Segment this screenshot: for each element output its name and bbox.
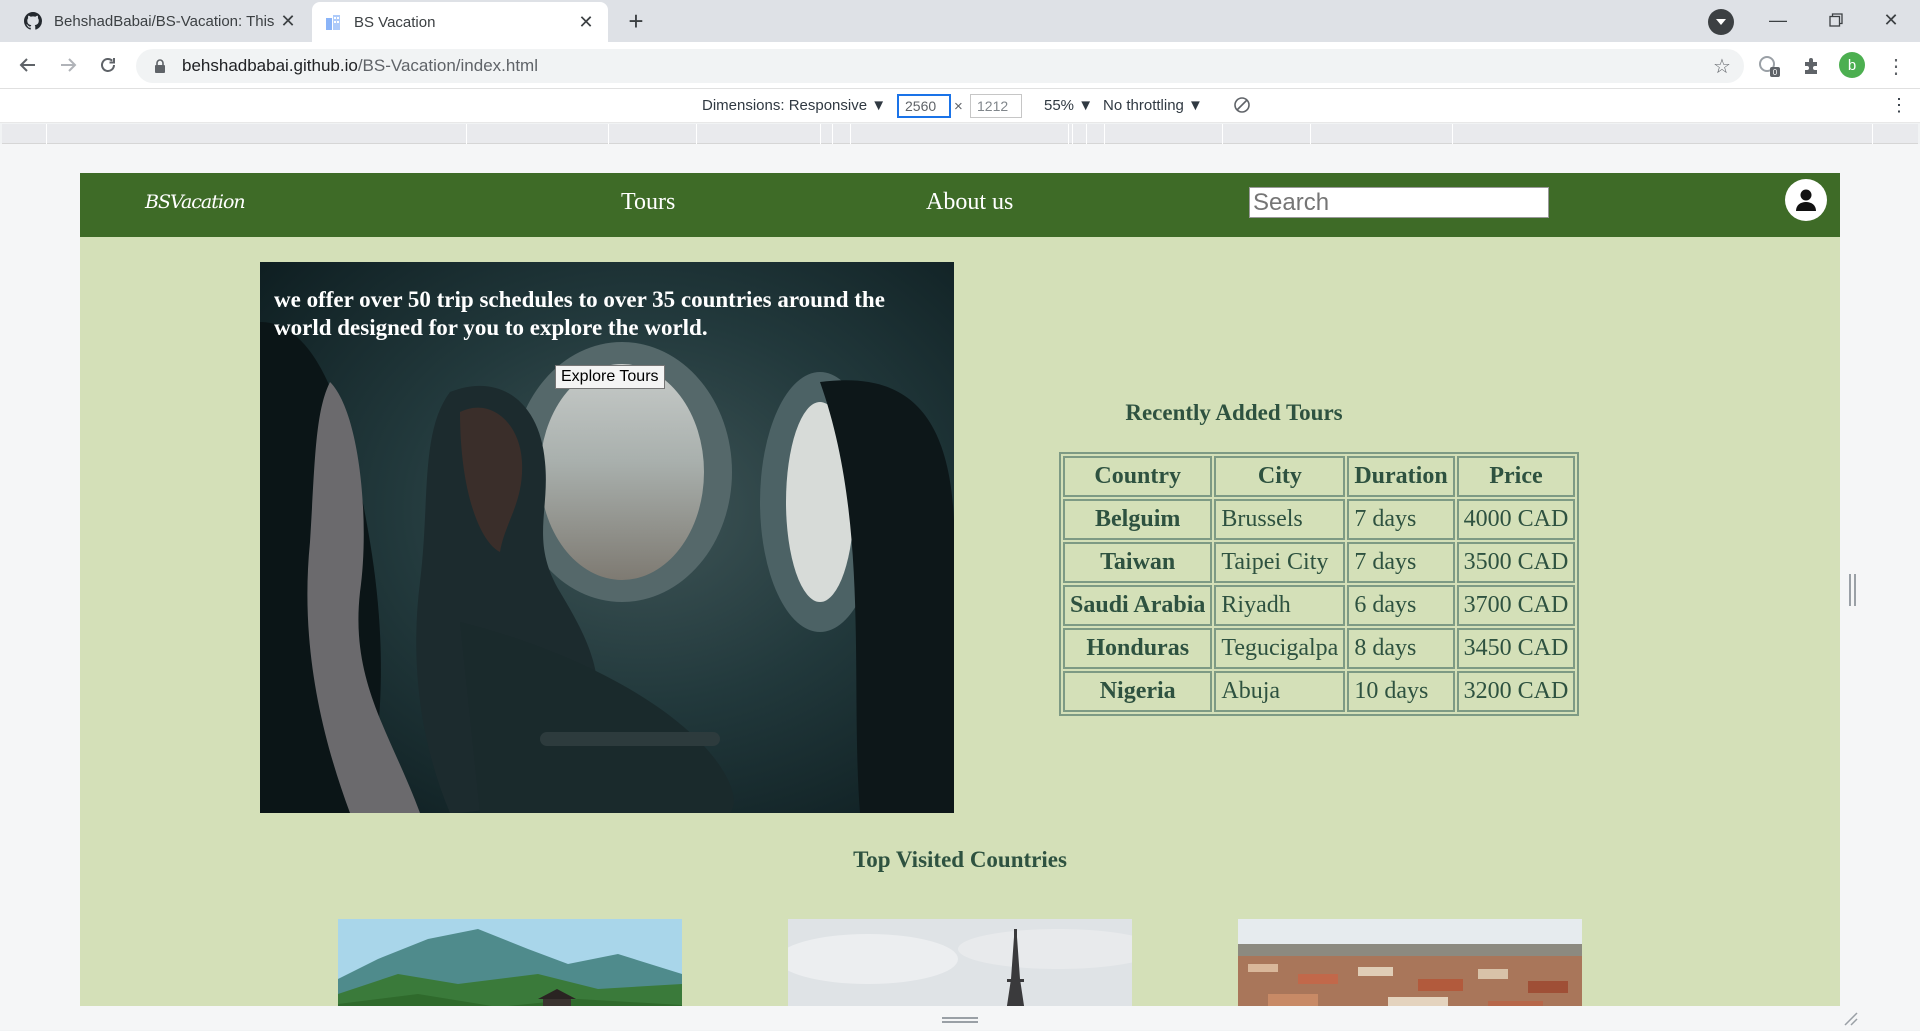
svg-text:0: 0 — [1773, 68, 1778, 77]
cell-city: Brussels — [1214, 499, 1346, 540]
github-icon — [24, 12, 42, 30]
airplane-window-image — [260, 262, 954, 813]
recent-tours-title: Recently Added Tours — [1125, 400, 1343, 425]
reload-button[interactable] — [92, 49, 124, 81]
cell-city: Taipei City — [1214, 542, 1346, 583]
tab-title: BehshadBabai/BS-Vacation: This — [54, 12, 275, 30]
device-toolbar: Dimensions: Responsive ▼ × 55% ▼ No thro… — [0, 88, 1920, 123]
throttling-dropdown[interactable]: No throttling ▼ — [1103, 97, 1203, 114]
zoom-dropdown[interactable]: 55% ▼ — [1044, 97, 1093, 114]
profile-avatar[interactable]: b — [1839, 52, 1865, 78]
address-bar[interactable]: behshadbabai.github.io/BS-Vacation/index… — [136, 49, 1744, 83]
website-page: BSVacation Tours About us Search we offe… — [80, 173, 1840, 1006]
explore-tours-button[interactable]: Explore Tours — [555, 365, 665, 389]
nav-link-about[interactable]: About us — [926, 189, 1013, 216]
new-tab-button[interactable]: + — [620, 5, 652, 37]
right-resize-handle[interactable] — [1849, 574, 1856, 606]
dimensions-dropdown[interactable]: Dimensions: Responsive ▼ — [702, 97, 886, 114]
arrow-left-icon — [19, 58, 35, 72]
recent-tours-table: Country City Duration Price Belguim Brus… — [1059, 452, 1580, 716]
cell-country: Saudi Arabia — [1063, 585, 1213, 626]
country-image-eiffel[interactable] — [788, 919, 1132, 1006]
width-input[interactable] — [897, 94, 951, 118]
arrow-right-icon — [61, 58, 77, 72]
cell-city: Tegucigalpa — [1214, 628, 1346, 669]
cell-country: Nigeria — [1063, 671, 1213, 712]
country-image-mountains[interactable] — [338, 919, 682, 1006]
column-header: Duration — [1347, 456, 1455, 497]
cell-price: 3500 CAD — [1456, 542, 1576, 583]
url-host: behshadbabai.github.io — [182, 56, 358, 75]
table-header-row: Country City Duration Price — [1063, 456, 1576, 497]
extension-badge-icon[interactable]: 0 — [1754, 51, 1784, 81]
cell-country: Taiwan — [1063, 542, 1213, 583]
rotate-icon[interactable] — [1232, 95, 1252, 119]
building-icon — [324, 13, 342, 31]
column-header: Country — [1063, 456, 1213, 497]
minimize-button[interactable]: — — [1749, 0, 1807, 40]
cell-duration: 7 days — [1347, 499, 1455, 540]
height-input[interactable] — [970, 94, 1022, 118]
country-image-city[interactable] — [1238, 919, 1582, 1006]
table-row: Belguim Brussels 7 days 4000 CAD — [1063, 499, 1576, 540]
media-query-ruler[interactable] — [2, 124, 1918, 144]
cell-duration: 7 days — [1347, 542, 1455, 583]
top-countries-title: Top Visited Countries — [853, 847, 1067, 872]
cell-price: 4000 CAD — [1456, 499, 1576, 540]
column-header: Price — [1456, 456, 1576, 497]
tab-search-button[interactable] — [1708, 9, 1734, 35]
bottom-resize-handle[interactable] — [942, 1017, 978, 1023]
cell-country: Honduras — [1063, 628, 1213, 669]
table-row: Taiwan Taipei City 7 days 3500 CAD — [1063, 542, 1576, 583]
cell-city: Abuja — [1214, 671, 1346, 712]
close-icon[interactable]: ✕ — [576, 12, 596, 32]
tab-strip: BehshadBabai/BS-Vacation: This ✕ BS Vaca… — [0, 0, 1920, 42]
puzzle-icon[interactable] — [1797, 51, 1827, 81]
lock-icon — [152, 58, 168, 74]
hero-text: we offer over 50 trip schedules to over … — [274, 287, 885, 340]
restore-icon — [1829, 13, 1843, 27]
column-header: City — [1214, 456, 1346, 497]
site-logo[interactable]: BSVacation — [145, 191, 246, 213]
star-icon[interactable]: ☆ — [1707, 51, 1737, 81]
table-row: Honduras Tegucigalpa 8 days 3450 CAD — [1063, 628, 1576, 669]
nav-link-tours[interactable]: Tours — [621, 189, 675, 216]
hero-banner: we offer over 50 trip schedules to over … — [260, 262, 954, 813]
restore-button[interactable] — [1807, 0, 1865, 40]
tab-title: BS Vacation — [354, 13, 436, 31]
cell-price: 3700 CAD — [1456, 585, 1576, 626]
browser-toolbar: behshadbabai.github.io/BS-Vacation/index… — [0, 42, 1920, 88]
cell-duration: 8 days — [1347, 628, 1455, 669]
tab-github[interactable]: BehshadBabai/BS-Vacation: This ✕ — [12, 0, 310, 42]
menu-kebab-icon[interactable]: ⋮ — [1881, 51, 1911, 81]
cell-duration: 10 days — [1347, 671, 1455, 712]
corner-resize-icon[interactable] — [1842, 1010, 1858, 1026]
cell-country: Belguim — [1063, 499, 1213, 540]
user-icon[interactable] — [1785, 179, 1827, 221]
cell-duration: 6 days — [1347, 585, 1455, 626]
reload-icon — [101, 58, 115, 72]
table-row: Saudi Arabia Riyadh 6 days 3700 CAD — [1063, 585, 1576, 626]
tab-bs-vacation[interactable]: BS Vacation ✕ — [312, 2, 608, 42]
table-row: Nigeria Abuja 10 days 3200 CAD — [1063, 671, 1576, 712]
times-label: × — [954, 98, 963, 115]
site-navbar: BSVacation Tours About us — [80, 173, 1840, 237]
url-path: /BS-Vacation/index.html — [357, 56, 538, 75]
cell-price: 3200 CAD — [1456, 671, 1576, 712]
close-window-button[interactable]: ✕ — [1862, 0, 1920, 40]
more-options-icon[interactable]: ⋮ — [1890, 95, 1908, 116]
cell-city: Riyadh — [1214, 585, 1346, 626]
chevron-down-icon — [1716, 19, 1726, 25]
forward-button[interactable] — [52, 49, 84, 81]
cell-price: 3450 CAD — [1456, 628, 1576, 669]
close-icon[interactable]: ✕ — [278, 11, 298, 31]
search-input[interactable] — [1249, 187, 1549, 218]
back-button[interactable] — [12, 49, 44, 81]
